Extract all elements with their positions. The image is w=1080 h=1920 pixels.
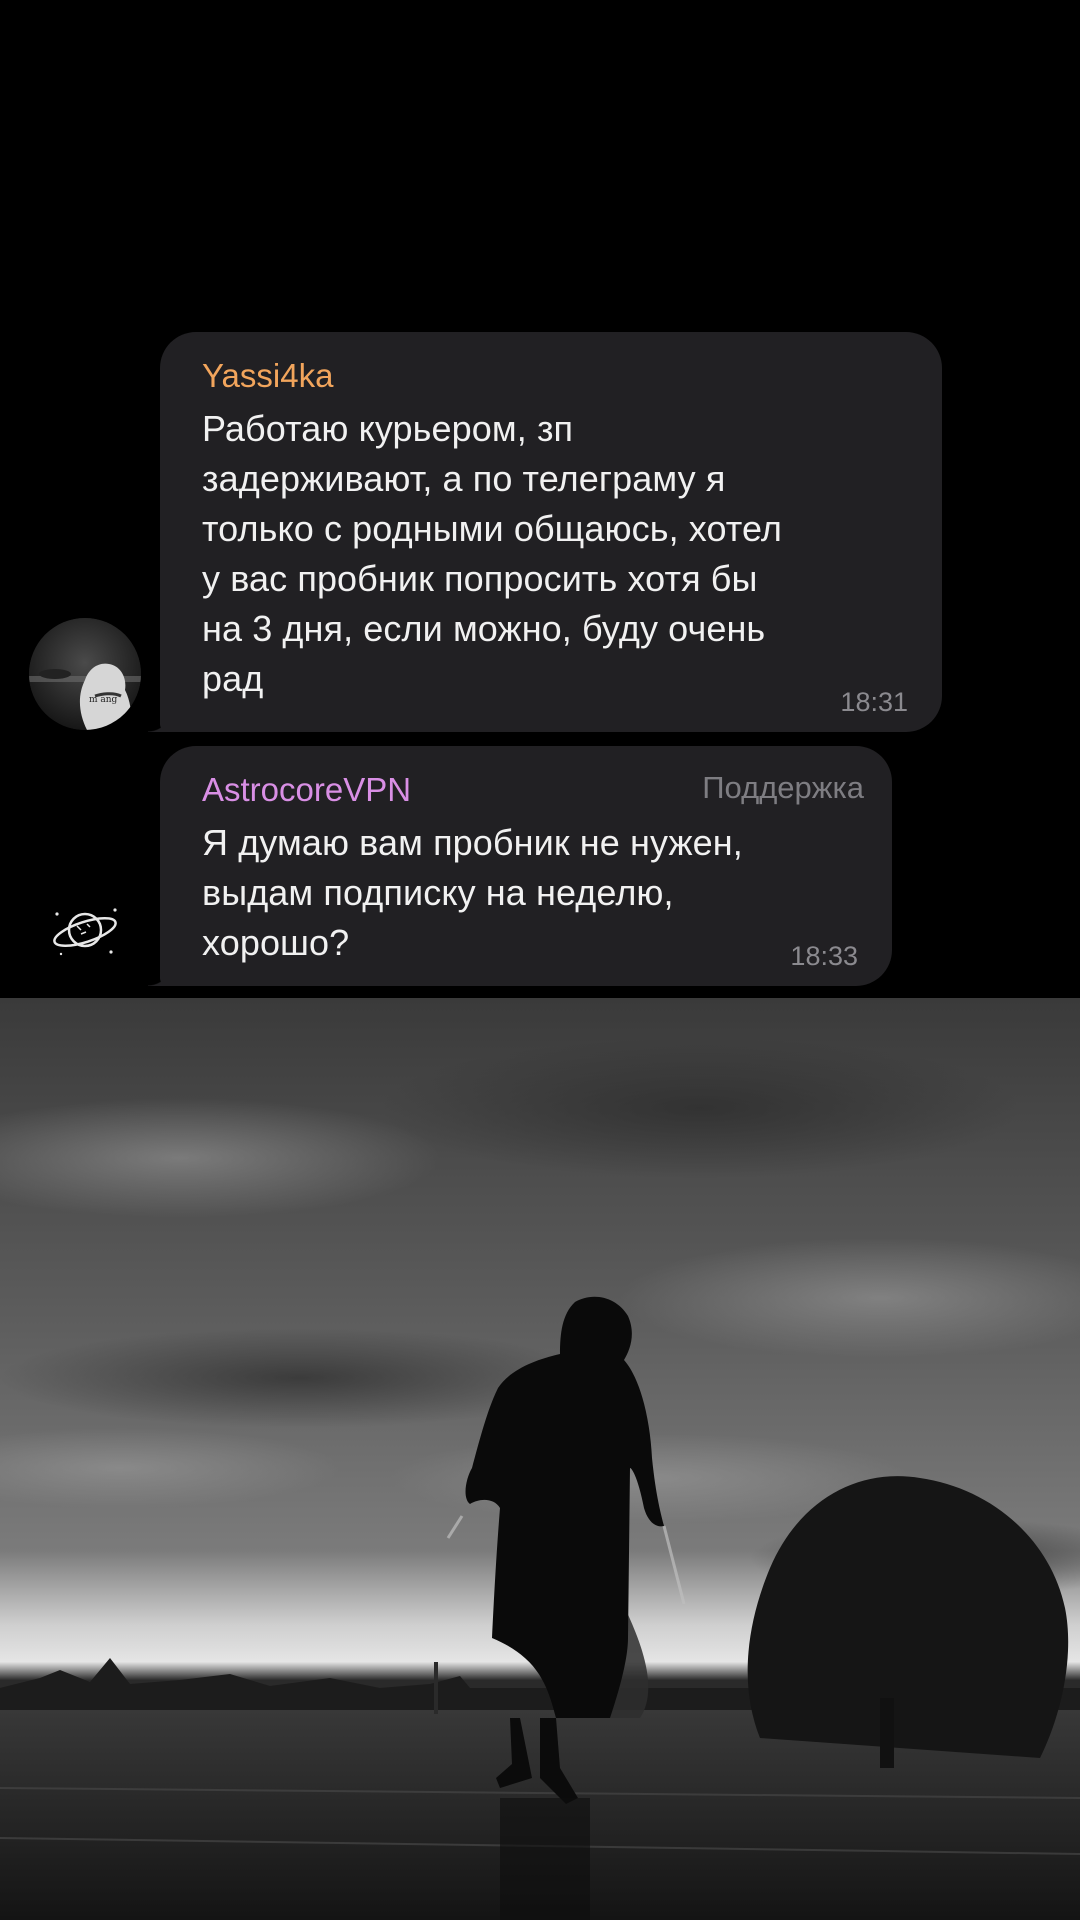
sender-role-badge: Поддержка xyxy=(702,770,864,805)
chat-area: m ang Yassi4ka Работаю курьером, зп заде… xyxy=(0,0,1080,1000)
message-time: 18:31 xyxy=(840,687,908,717)
hooded-person-avatar: m ang xyxy=(29,618,141,730)
message-row: AstrocoreVPN Поддержка Я думаю вам пробн… xyxy=(0,746,1080,986)
sender-name[interactable]: Yassi4ka xyxy=(202,354,910,398)
message-row: m ang Yassi4ka Работаю курьером, зп заде… xyxy=(0,332,1080,732)
message-bubble[interactable]: AstrocoreVPN Поддержка Я думаю вам пробн… xyxy=(148,746,892,986)
silhouette-photo xyxy=(0,998,1080,1920)
user-avatar[interactable]: m ang xyxy=(29,618,141,730)
message-time: 18:33 xyxy=(790,941,858,971)
svg-text:m ang: m ang xyxy=(89,695,118,705)
bubble-tail xyxy=(148,962,172,986)
message-text: Я думаю вам пробник не нужен, выдам подп… xyxy=(202,822,743,963)
support-avatar[interactable] xyxy=(29,874,141,986)
message-text: Работаю курьером, зп задерживают, а по т… xyxy=(202,408,783,699)
background-photo xyxy=(0,998,1080,1920)
screenshot-canvas: m ang Yassi4ka Работаю курьером, зп заде… xyxy=(0,0,1080,1920)
message-bubble[interactable]: Yassi4ka Работаю курьером, зп задерживаю… xyxy=(148,332,942,732)
planet-logo-icon xyxy=(29,874,141,986)
bubble-tail xyxy=(148,708,172,732)
